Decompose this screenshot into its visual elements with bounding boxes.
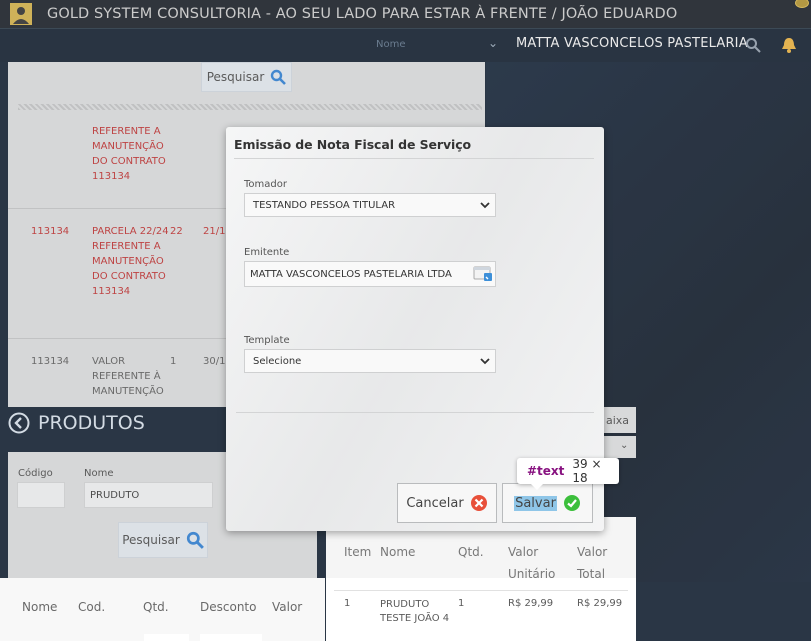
save-button-label: Salvar <box>514 495 557 511</box>
tooltip-node-name: #text <box>527 464 565 478</box>
emitente-field[interactable]: MATTA VASCONCELOS PASTELARIA LTDA <box>244 261 496 287</box>
template-label: Template <box>244 335 290 346</box>
template-value: Selecione <box>253 355 302 367</box>
emitente-value: MATTA VASCONCELOS PASTELARIA LTDA <box>250 268 452 280</box>
check-icon <box>563 495 580 511</box>
template-select[interactable]: Selecione <box>244 349 496 373</box>
inspector-tooltip: #text 39 × 18 <box>517 457 619 490</box>
tomador-select[interactable]: TESTANDO PESSOA TITULAR <box>244 193 496 217</box>
modal-title: Emissão de Nota Fiscal de Serviço <box>234 137 471 152</box>
cancel-button-label: Cancelar <box>406 495 464 511</box>
tooltip-dimensions: 39 × 18 <box>572 457 602 485</box>
lookup-icon[interactable] <box>473 265 493 283</box>
cancel-icon <box>470 495 487 511</box>
divider <box>236 412 594 413</box>
tomador-value: TESTANDO PESSOA TITULAR <box>253 199 396 211</box>
emitente-label: Emitente <box>244 247 290 258</box>
chevron-down-icon <box>480 202 490 209</box>
tomador-label: Tomador <box>244 179 287 190</box>
chevron-down-icon <box>480 358 490 365</box>
divider <box>234 158 594 159</box>
save-button[interactable]: Salvar <box>502 483 593 523</box>
cancel-button[interactable]: Cancelar <box>397 483 497 523</box>
